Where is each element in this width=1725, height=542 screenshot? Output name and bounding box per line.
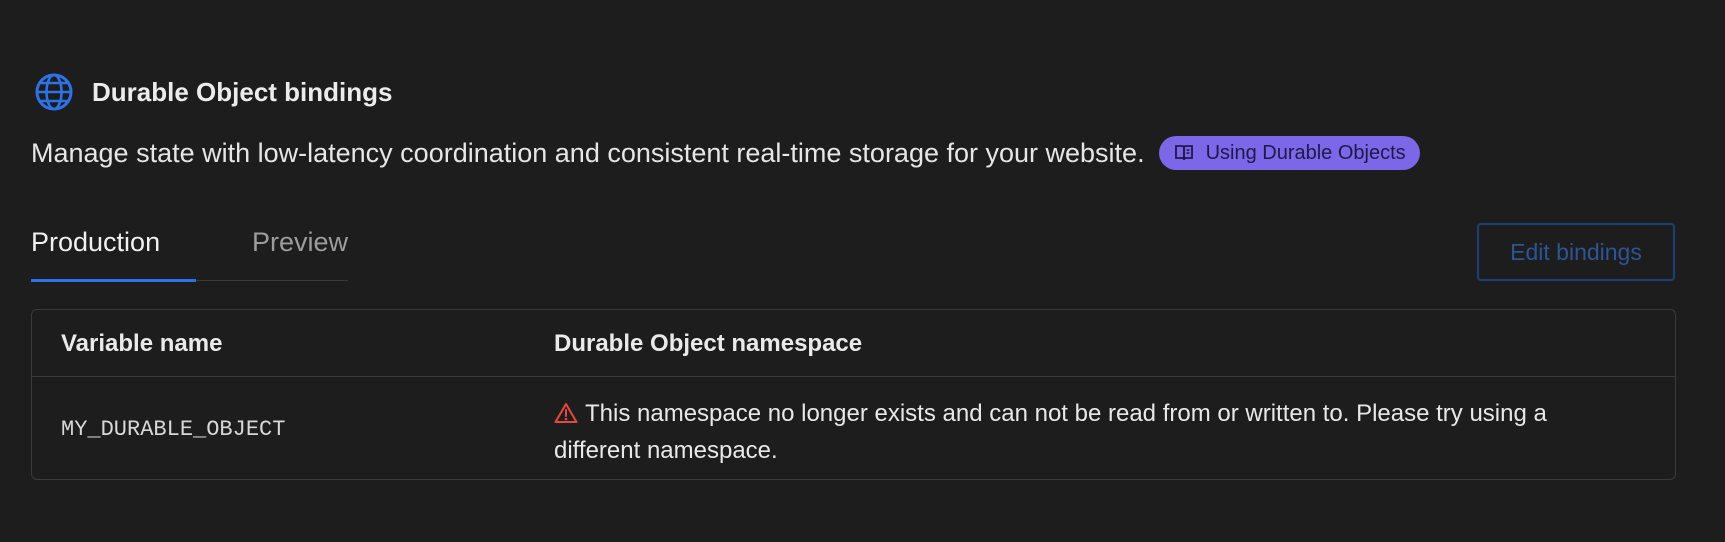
section-header: Durable Object bindings [34,72,392,112]
description-row: Manage state with low-latency coordinati… [31,136,1420,170]
book-icon [1174,144,1194,162]
durable-object-bindings-panel: Durable Object bindings Manage state wit… [0,0,1725,542]
column-header-namespace: Durable Object namespace [554,330,863,357]
namespace-warning-text: This namespace no longer exists and can … [554,400,1547,464]
namespace-cell: This namespace no longer exists and can … [554,395,1574,469]
using-durable-objects-link[interactable]: Using Durable Objects [1158,136,1420,170]
section-title: Durable Object bindings [92,76,393,107]
bindings-table: Variable name Durable Object namespace M… [31,309,1676,480]
edit-bindings-button[interactable]: Edit bindings [1477,223,1675,281]
warning-icon [554,398,578,423]
table-header: Variable name Durable Object namespace [32,310,1675,377]
tab-production[interactable]: Production [31,220,196,282]
globe-icon [34,72,74,112]
variable-name-cell: MY_DURABLE_OBJECT [61,417,286,442]
environment-tabs: Production Preview [31,220,348,282]
tab-preview[interactable]: Preview [252,220,348,280]
table-row: MY_DURABLE_OBJECT This namespace no long… [32,377,1675,480]
section-description: Manage state with low-latency coordinati… [31,137,1145,168]
doc-link-label: Using Durable Objects [1205,141,1406,164]
column-header-variable-name: Variable name [61,330,223,357]
